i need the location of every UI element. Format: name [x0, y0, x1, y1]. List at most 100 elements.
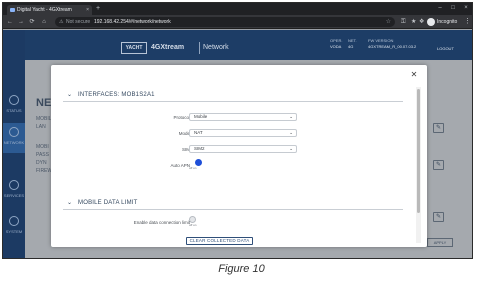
logo-text: YACHT: [125, 45, 143, 51]
extension-icon[interactable]: ❖: [419, 18, 424, 26]
clear-button-label: CLEAR COLLECTED DATA: [189, 238, 250, 243]
chevron-down-icon: ⌄: [289, 130, 293, 135]
protocol-select[interactable]: Mobile ⌄: [189, 113, 297, 121]
section-title: INTERFACES: MOB1S2A1: [78, 92, 155, 98]
bookmark-star-icon[interactable]: ☆: [386, 17, 391, 27]
address-bar[interactable]: ⚠ Not secure 192.168.42.254/#/network/ne…: [55, 17, 395, 27]
globe-icon: [9, 127, 19, 137]
section-header-interfaces[interactable]: ⌄ INTERFACES: MOB1S2A1: [63, 90, 403, 100]
background-text: LAN: [36, 124, 46, 130]
section-title: Network: [203, 44, 229, 51]
brand-logo: YACHT: [121, 42, 147, 54]
tab-bar: Digital Yacht - 4GXtream × + – □ ×: [3, 3, 472, 15]
toolbar: ← → ⟳ ⌂ ⚠ Not secure 192.168.42.254/#/ne…: [3, 15, 472, 29]
apply-button[interactable]: APPLY: [427, 238, 453, 247]
services-icon: [9, 180, 19, 190]
toggle-off-text: off: [189, 166, 193, 170]
section-header-data-limit[interactable]: ⌄ MOBILE DATA LIMIT: [63, 198, 403, 208]
not-secure-label: Not secure: [66, 19, 91, 25]
sim-value: SIM2: [194, 146, 205, 151]
edit-icon[interactable]: ✎: [433, 123, 444, 133]
browser-window: Digital Yacht - 4GXtream × + – □ × ← → ⟳…: [2, 2, 473, 259]
sim-select[interactable]: SIM2 ⌄: [189, 145, 297, 153]
new-tab-button[interactable]: +: [96, 4, 100, 14]
sidebar-item-label: SYSTEM: [5, 229, 23, 234]
auto-apn-label: Auto APN: [170, 163, 190, 168]
close-window-button[interactable]: ×: [460, 3, 472, 14]
auto-apn-toggle[interactable]: off on: [189, 159, 205, 170]
sidebar-item-label: STATUS: [6, 108, 22, 113]
interface-modal: ✕ ⌄ INTERFACES: MOB1S2A1 Protocol Mobile…: [51, 65, 427, 247]
chevron-down-icon: ⌄: [67, 200, 73, 206]
url-text[interactable]: 192.168.42.254/#/network/network: [94, 18, 171, 26]
sidebar-item-status[interactable]: STATUS: [3, 91, 25, 121]
protocol-label: Protocol: [173, 115, 190, 120]
toggle-off-text: off: [189, 223, 193, 227]
background-text: DYN: [36, 160, 47, 166]
incognito-avatar-icon[interactable]: [427, 18, 435, 26]
edit-icon[interactable]: ✎: [433, 160, 444, 170]
app-header: YACHT 4GXtream Network OPER. VODA NET. 4G …: [25, 30, 472, 60]
sidebar-item-system[interactable]: SYSTEM: [3, 212, 25, 242]
mode-value: NAT: [194, 130, 203, 135]
toggle-knob: [195, 159, 202, 166]
forward-icon[interactable]: →: [17, 17, 25, 27]
app-title: 4GXtream: [151, 44, 185, 51]
minimize-button[interactable]: –: [434, 3, 446, 14]
toggle-knob: [189, 216, 196, 223]
status-icon: [9, 95, 19, 105]
toggle-state-label: off on: [189, 166, 205, 170]
back-icon[interactable]: ←: [6, 17, 14, 27]
firmware-label: FW VERSION: [368, 38, 394, 43]
warning-icon: ⚠: [59, 19, 64, 25]
chevron-down-icon: ⌄: [67, 92, 73, 98]
tab-title: Digital Yacht - 4GXtream: [17, 7, 72, 13]
mode-select[interactable]: NAT ⌄: [189, 129, 297, 137]
browser-tab[interactable]: Digital Yacht - 4GXtream ×: [7, 5, 92, 15]
operator-info: OPER. VODA: [330, 38, 342, 50]
network-value: 4G: [348, 44, 354, 49]
sidebar: STATUS NETWORK SERVICES SYSTEM: [3, 30, 25, 258]
reload-icon[interactable]: ⟳: [28, 17, 36, 27]
data-limit-toggle[interactable]: off on: [189, 216, 205, 227]
figure-caption: Figure 10: [218, 263, 265, 275]
network-info: NET. 4G: [348, 38, 357, 50]
divider: [63, 101, 403, 102]
star-icon[interactable]: ★: [411, 18, 416, 26]
mode-label: Mode: [178, 131, 190, 136]
tab-close-icon[interactable]: ×: [86, 6, 89, 14]
operator-value: VODA: [330, 44, 342, 49]
sidebar-item-services[interactable]: SERVICES: [3, 176, 25, 206]
sidebar-item-network[interactable]: NETWORK: [3, 123, 25, 153]
clear-collected-data-button[interactable]: CLEAR COLLECTED DATA: [186, 237, 253, 245]
toggle-state-label: off on: [189, 223, 205, 227]
background-text: PASS: [36, 152, 49, 158]
sidebar-item-label: NETWORK: [3, 140, 25, 145]
key-icon[interactable]: ⚿: [401, 18, 406, 26]
sidebar-item-label: SERVICES: [3, 193, 25, 198]
firmware-info: FW VERSION 4GXTREAM_R_00.07.03.2: [368, 38, 416, 50]
chevron-down-icon: ⌄: [289, 114, 293, 119]
operator-label: OPER.: [330, 38, 343, 43]
toggle-on-text: on: [193, 166, 197, 170]
chevron-down-icon: ⌄: [289, 146, 293, 151]
section-title: MOBILE DATA LIMIT: [78, 200, 138, 206]
divider: [63, 209, 403, 210]
close-icon[interactable]: ✕: [409, 70, 419, 80]
maximize-button[interactable]: □: [447, 3, 459, 14]
browser-menu-icon[interactable]: ⋮: [464, 17, 471, 27]
scrollbar-thumb[interactable]: [417, 89, 420, 213]
logout-link[interactable]: LOGOUT: [437, 46, 454, 52]
edit-icon[interactable]: ✎: [433, 212, 444, 222]
firmware-value: 4GXTREAM_R_00.07.03.2: [368, 44, 417, 49]
favicon-icon: [10, 8, 15, 12]
protocol-value: Mobile: [194, 114, 208, 119]
home-icon[interactable]: ⌂: [40, 17, 48, 27]
background-text: MOBI: [36, 144, 49, 150]
sim-label: SIM: [181, 147, 190, 152]
background-text: FIREW: [36, 168, 53, 174]
data-limit-label: Enable data connection limit: [133, 220, 190, 225]
system-icon: [9, 216, 19, 226]
network-label: NET.: [348, 38, 357, 43]
incognito-label: Incognito: [437, 19, 458, 25]
